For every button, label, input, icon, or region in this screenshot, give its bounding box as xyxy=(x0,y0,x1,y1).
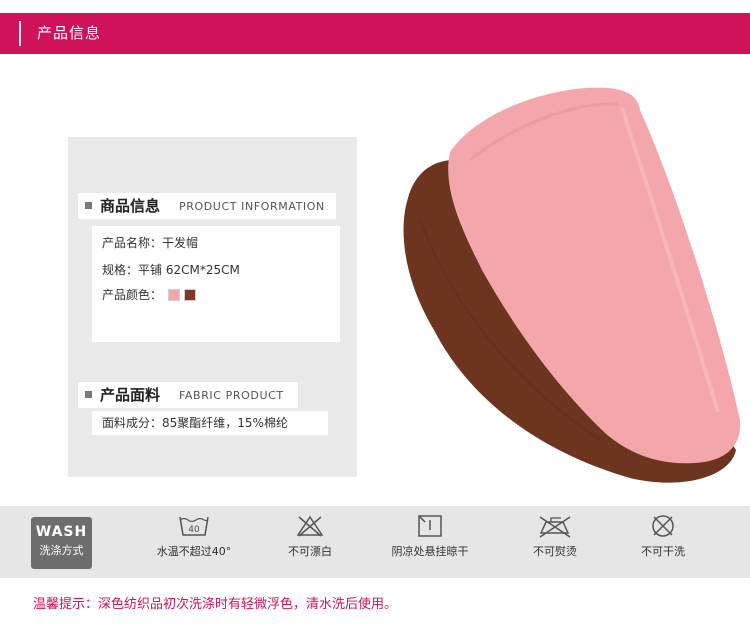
wash-temp-text: 40 xyxy=(188,525,200,535)
care-label-no-dry-clean: 不可干洗 xyxy=(641,545,685,558)
fabric-info-box: 面料成分：85聚酯纤维，15%棉纶 xyxy=(92,411,328,435)
product-info-heading: 商品信息 PRODUCT INFORMATION xyxy=(78,193,336,219)
product-info-heading-en: PRODUCT INFORMATION xyxy=(179,200,325,213)
no-dry-clean-icon xyxy=(652,515,674,537)
care-item-no-iron: 不可熨烫 xyxy=(522,514,588,559)
product-spec-row: 规格：平铺 62CM*25CM xyxy=(102,263,240,277)
shade-dry-icon xyxy=(418,515,442,537)
product-color-row: 产品颜色： xyxy=(102,287,197,303)
care-item-wash-40: 40 水温不超过40° xyxy=(148,514,240,559)
wash-badge-title: WASH xyxy=(35,524,88,540)
fabric-composition-row: 面料成分：85聚酯纤维，15%棉纶 xyxy=(102,416,288,430)
header-accent-line xyxy=(19,21,21,46)
fabric-heading: 产品面料 FABRIC PRODUCT xyxy=(78,382,298,408)
care-item-no-bleach: 不可漂白 xyxy=(270,514,350,559)
care-tip-text: 温馨提示：深色纺织品初次洗涤时有轻微浮色，清水洗后使用。 xyxy=(33,597,398,612)
fabric-heading-en: FABRIC PRODUCT xyxy=(179,389,284,402)
wash-instructions-bar: WASH 洗涤方式 40 水温不超过40° 不可漂白 阴凉处悬挂晾干 不可熨烫 xyxy=(0,506,750,578)
section-title: 产品信息 xyxy=(37,24,102,42)
care-label-no-iron: 不可熨烫 xyxy=(533,545,577,558)
no-bleach-icon xyxy=(296,515,324,537)
product-name-row: 产品名称：干发帽 xyxy=(102,236,199,250)
care-item-shade-dry: 阴凉处悬挂晾干 xyxy=(382,514,478,559)
wash-badge: WASH 洗涤方式 xyxy=(31,517,92,569)
pink-color-swatch xyxy=(168,289,181,301)
bullet-square-icon xyxy=(85,202,92,209)
wash-badge-subtitle: 洗涤方式 xyxy=(39,544,84,557)
fabric-heading-cn: 产品面料 xyxy=(100,386,161,404)
bullet-square-icon xyxy=(85,391,92,398)
care-label-no-bleach: 不可漂白 xyxy=(288,545,332,558)
product-color-label: 产品颜色： xyxy=(102,288,163,302)
wash-40-icon: 40 xyxy=(179,516,209,536)
product-info-box: 产品名称：干发帽 规格：平铺 62CM*25CM 产品颜色： xyxy=(92,226,340,342)
product-photo xyxy=(403,87,741,483)
care-item-no-dry-clean: 不可干洗 xyxy=(632,514,694,559)
no-iron-icon xyxy=(539,516,571,538)
care-label-wash-40: 水温不超过40° xyxy=(156,545,232,558)
product-info-heading-cn: 商品信息 xyxy=(100,197,161,215)
section-header: 产品信息 xyxy=(0,13,750,54)
care-label-shade-dry: 阴凉处悬挂晾干 xyxy=(391,545,469,558)
brown-color-swatch xyxy=(184,289,197,301)
